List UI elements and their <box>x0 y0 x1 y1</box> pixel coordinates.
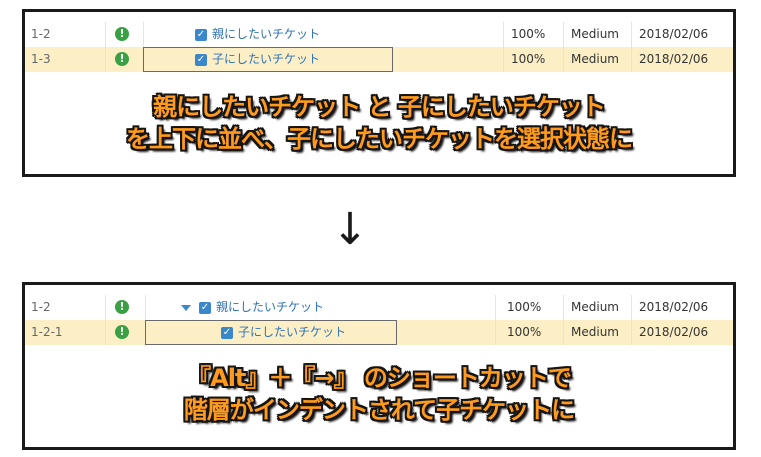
subject-cell[interactable]: ✓ 親にしたいチケット <box>195 22 320 47</box>
column-divider <box>563 320 564 345</box>
caption-line-1: 親にしたいチケット と 子にしたいチケット <box>153 93 606 121</box>
date-value: 2018/02/06 <box>639 325 709 339</box>
column-divider <box>105 320 106 345</box>
progress-value: 100% <box>507 325 542 339</box>
issue-subject-link[interactable]: 親にしたいチケット <box>212 27 320 41</box>
priority-value: Medium <box>571 27 619 41</box>
column-divider <box>631 47 632 72</box>
issue-id: 1-2-1 <box>31 325 63 339</box>
table-row-selected[interactable]: 1-3 ! ✓ 子にしたいチケット 100% Medium 2018/02/06 <box>25 47 733 72</box>
info-icon: ! <box>115 325 129 339</box>
column-divider <box>495 320 496 345</box>
caption-line-2: を上下に並べ、子にしたいチケットを選択状態に <box>126 125 633 153</box>
table-row[interactable]: 1-2 ! ✓ 親にしたいチケット 100% Medium 2018/02/06 <box>25 295 733 320</box>
issue-subject-link[interactable]: 子にしたいチケット <box>238 325 346 339</box>
column-divider <box>563 47 564 72</box>
column-divider <box>631 295 632 320</box>
column-divider <box>503 22 504 47</box>
checkbox-checked-icon[interactable]: ✓ <box>195 53 207 66</box>
progress-value: 100% <box>511 27 546 41</box>
date-value: 2018/02/06 <box>639 27 709 41</box>
column-divider <box>563 295 564 320</box>
after-panel: 1-2 ! ✓ 親にしたいチケット 100% Medium 2018/02/06 … <box>22 282 736 450</box>
column-divider <box>105 47 106 72</box>
table-row-selected[interactable]: 1-2-1 ! ✓ 子にしたいチケット 100% Medium 2018/02/0… <box>25 320 733 345</box>
progress-value: 100% <box>511 52 546 66</box>
column-divider <box>631 320 632 345</box>
info-icon: ! <box>115 27 129 41</box>
subject-cell[interactable]: ✓ 親にしたいチケット <box>181 295 324 320</box>
date-value: 2018/02/06 <box>639 52 709 66</box>
column-divider <box>631 22 632 47</box>
down-arrow-icon: ↓ <box>331 204 369 255</box>
progress-value: 100% <box>507 300 542 314</box>
issue-subject-link[interactable]: 親にしたいチケット <box>216 300 324 314</box>
issue-id: 1-2 <box>31 27 51 41</box>
column-divider <box>105 295 106 320</box>
caption-line-1: 『Alt』＋『→』 のショートカットで <box>187 364 572 392</box>
checkbox-checked-icon[interactable]: ✓ <box>195 28 207 41</box>
column-divider <box>105 22 106 47</box>
info-icon: ! <box>115 52 129 66</box>
column-divider <box>143 22 144 47</box>
table-row[interactable]: 1-2 ! ✓ 親にしたいチケット 100% Medium 2018/02/06 <box>25 22 733 47</box>
column-divider <box>495 295 496 320</box>
column-divider <box>503 47 504 72</box>
issue-subject-link[interactable]: 子にしたいチケット <box>212 52 320 66</box>
priority-value: Medium <box>571 300 619 314</box>
subject-cell[interactable]: ✓ 子にしたいチケット <box>195 47 320 72</box>
date-value: 2018/02/06 <box>639 300 709 314</box>
issue-id: 1-2 <box>31 300 51 314</box>
checkbox-checked-icon[interactable]: ✓ <box>199 301 211 314</box>
priority-value: Medium <box>571 325 619 339</box>
column-divider <box>145 295 146 320</box>
before-panel: 1-2 ! ✓ 親にしたいチケット 100% Medium 2018/02/06 … <box>22 9 736 177</box>
info-icon: ! <box>115 300 129 314</box>
expand-triangle-icon[interactable] <box>181 304 191 311</box>
caption-line-2: 階層がインデントされて子チケットに <box>183 396 575 424</box>
column-divider <box>563 22 564 47</box>
priority-value: Medium <box>571 52 619 66</box>
subject-cell[interactable]: ✓ 子にしたいチケット <box>221 320 346 345</box>
checkbox-checked-icon[interactable]: ✓ <box>221 326 233 339</box>
issue-id: 1-3 <box>31 52 51 66</box>
